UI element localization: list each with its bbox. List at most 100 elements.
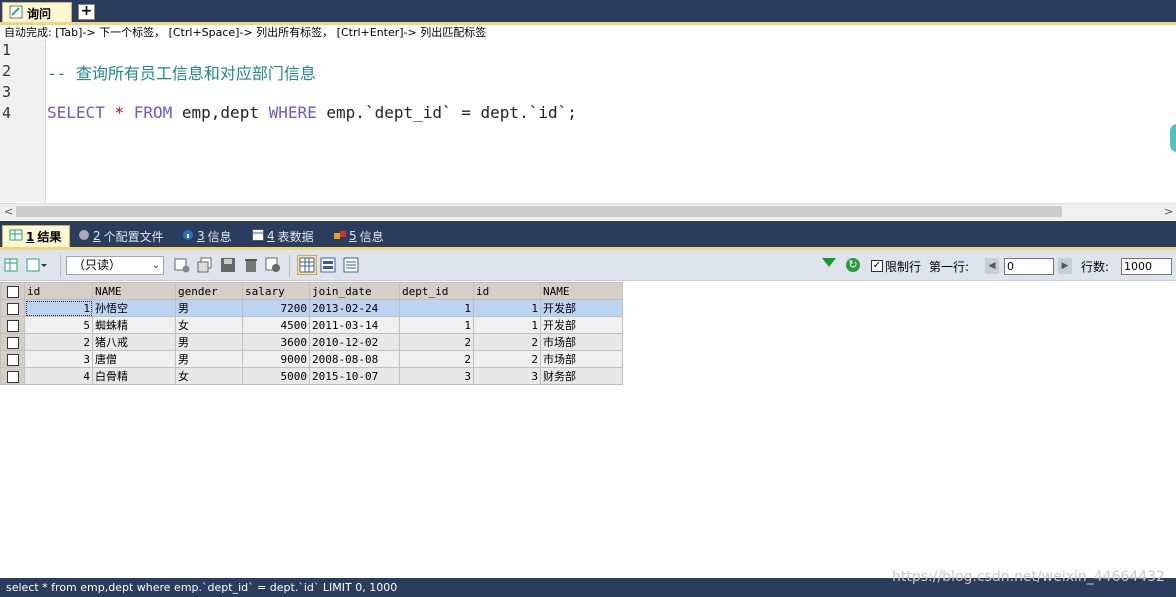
table-row[interactable]: 3 唐僧 男 9000 2008-08-08 2 2 市场部	[0, 350, 623, 368]
column-header[interactable]: NAME	[540, 282, 623, 300]
select-all-checkbox[interactable]	[0, 282, 25, 300]
table-cell[interactable]: 2	[473, 350, 541, 368]
mode-select-value: （只读）	[73, 258, 122, 272]
table-cell[interactable]: 2	[24, 333, 93, 351]
table-cell[interactable]: 男	[175, 299, 243, 317]
form-view-icon[interactable]	[320, 257, 336, 273]
cancel-changes-icon[interactable]	[265, 257, 281, 273]
table-cell[interactable]: 2013-02-24	[309, 299, 400, 317]
limit-rows-checkbox[interactable]: ✓	[871, 260, 883, 272]
row-checkbox[interactable]	[0, 350, 25, 368]
add-row-icon[interactable]	[174, 257, 190, 273]
tab-number: 4	[267, 229, 275, 243]
table-cell[interactable]: 4	[24, 367, 93, 385]
text-view-icon[interactable]	[343, 257, 359, 273]
refresh-icon[interactable]: ↻	[846, 258, 860, 272]
table-cell[interactable]: 2015-10-07	[309, 367, 400, 385]
editor-tab-bar	[0, 0, 1176, 24]
table-cell[interactable]: 5000	[242, 367, 310, 385]
export-grid-icon[interactable]	[4, 257, 20, 273]
table-cell[interactable]: 白骨精	[92, 367, 176, 385]
tab-messages[interactable]: 3 信息	[176, 225, 242, 247]
row-checkbox[interactable]	[0, 316, 25, 334]
table-cell[interactable]: 4500	[242, 316, 310, 334]
delete-icon[interactable]	[243, 257, 259, 273]
first-row-input[interactable]: 0	[1004, 258, 1054, 275]
table-cell[interactable]: 1	[24, 299, 93, 317]
column-header[interactable]: gender	[175, 282, 243, 300]
column-header[interactable]: salary	[242, 282, 310, 300]
table-cell[interactable]: 2010-12-02	[309, 333, 400, 351]
table-cell[interactable]: 开发部	[540, 316, 623, 334]
first-row-label: 第一行:	[929, 260, 970, 274]
column-header[interactable]: id	[473, 282, 541, 300]
column-header[interactable]: id	[24, 282, 93, 300]
table-cell[interactable]: 开发部	[540, 299, 623, 317]
row-checkbox[interactable]	[0, 367, 25, 385]
scroll-left-icon[interactable]: <	[4, 205, 13, 218]
table-row[interactable]: 5 蜘蛛精 女 4500 2011-03-14 1 1 开发部	[0, 316, 623, 334]
table-cell[interactable]: 男	[175, 333, 243, 351]
table-cell[interactable]: 7200	[242, 299, 310, 317]
table-cell[interactable]: 3600	[242, 333, 310, 351]
previous-page-button[interactable]: ◀	[985, 258, 999, 274]
mode-select[interactable]: （只读） ⌄	[66, 256, 164, 275]
limit-rows-label: 限制行	[885, 260, 922, 274]
table-cell[interactable]: 女	[175, 316, 243, 334]
tab-results[interactable]: 1 结果	[2, 225, 70, 247]
sql-comment-line[interactable]: -- 查询所有员工信息和对应部门信息	[47, 60, 316, 84]
row-count-input[interactable]: 1000	[1121, 258, 1172, 275]
line-number: 4	[2, 104, 12, 122]
table-cell[interactable]: 猪八戒	[92, 333, 176, 351]
table-cell[interactable]: 3	[399, 367, 474, 385]
row-checkbox[interactable]	[0, 333, 25, 351]
table-cell[interactable]: 2	[473, 333, 541, 351]
column-header[interactable]: NAME	[92, 282, 176, 300]
table-cell[interactable]: 孙悟空	[92, 299, 176, 317]
scroll-right-icon[interactable]: >	[1164, 205, 1173, 218]
table-row[interactable]: 2 猪八戒 男 3600 2010-12-02 2 2 市场部	[0, 333, 623, 351]
table-cell[interactable]: 2008-08-08	[309, 350, 400, 368]
info-blocks-icon	[334, 229, 346, 244]
table-cell[interactable]: 2	[399, 333, 474, 351]
filter-icon[interactable]	[822, 258, 836, 267]
tab-info[interactable]: 5 信息	[328, 225, 394, 247]
table-cell[interactable]: 1	[399, 299, 474, 317]
table-cell[interactable]: 3	[24, 350, 93, 368]
table-cell[interactable]: 男	[175, 350, 243, 368]
save-icon[interactable]	[220, 257, 236, 273]
next-page-button[interactable]: ▶	[1058, 258, 1072, 274]
table-cell[interactable]: 1	[399, 316, 474, 334]
table-cell[interactable]: 蜘蛛精	[92, 316, 176, 334]
tab-label: 信息	[359, 229, 384, 244]
query-tab[interactable]: 询问	[2, 2, 72, 24]
scrollbar-thumb[interactable]	[16, 206, 1062, 217]
table-cell[interactable]: 女	[175, 367, 243, 385]
chevron-down-icon: ⌄	[151, 260, 160, 271]
tab-profile[interactable]: 2 个配置文件	[72, 225, 172, 247]
table-row[interactable]: 4 白骨精 女 5000 2015-10-07 3 3 财务部	[0, 367, 623, 385]
table-cell[interactable]: 财务部	[540, 367, 623, 385]
column-header[interactable]: dept_id	[399, 282, 474, 300]
sql-query-line[interactable]: SELECT * FROM emp,dept WHERE emp.`dept_i…	[47, 103, 577, 122]
export-menu-icon[interactable]	[26, 257, 47, 273]
table-cell[interactable]: 市场部	[540, 333, 623, 351]
tab-table-data[interactable]: 4 表数据	[246, 225, 326, 247]
tab-label: 个配置文件	[103, 229, 164, 244]
grid-view-icon[interactable]	[297, 255, 317, 275]
table-cell[interactable]: 2	[399, 350, 474, 368]
table-cell[interactable]: 3	[473, 367, 541, 385]
row-checkbox[interactable]	[0, 299, 25, 317]
duplicate-row-icon[interactable]	[197, 257, 213, 273]
table-cell[interactable]: 2011-03-14	[309, 316, 400, 334]
table-row[interactable]: 1 孙悟空 男 7200 2013-02-24 1 1 开发部	[0, 299, 623, 317]
table-cell[interactable]: 5	[24, 316, 93, 334]
table-cell[interactable]: 9000	[242, 350, 310, 368]
table-cell[interactable]: 唐僧	[92, 350, 176, 368]
column-header[interactable]: join_date	[309, 282, 400, 300]
table-cell[interactable]: 市场部	[540, 350, 623, 368]
table-cell[interactable]: 1	[473, 299, 541, 317]
table-cell[interactable]: 1	[473, 316, 541, 334]
side-indicator	[1170, 124, 1176, 152]
add-tab-button[interactable]: +	[78, 4, 95, 20]
